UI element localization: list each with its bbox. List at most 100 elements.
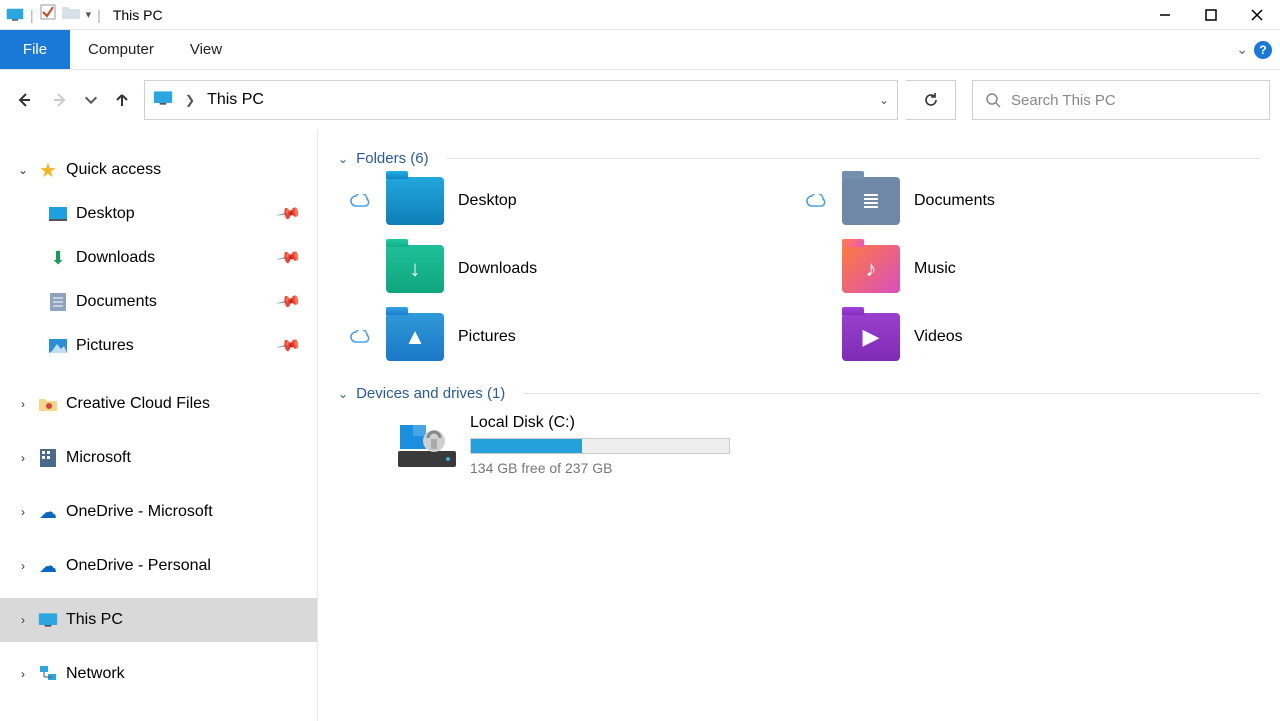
pictures-icon <box>48 336 68 356</box>
chevron-down-icon[interactable]: ⌄ <box>16 163 30 177</box>
chevron-right-icon[interactable]: › <box>16 613 30 627</box>
cloud-icon: ☁ <box>38 502 58 522</box>
address-dropdown-icon[interactable]: ⌄ <box>879 93 889 107</box>
search-input[interactable] <box>1011 92 1257 109</box>
folder-icon <box>386 177 444 225</box>
sidebar-item-pictures[interactable]: Pictures 📌 <box>0 324 317 368</box>
close-button[interactable] <box>1234 0 1280 30</box>
chevron-right-icon[interactable]: › <box>16 451 30 465</box>
star-icon: ★ <box>38 160 58 180</box>
help-icon[interactable]: ? <box>1254 41 1272 59</box>
pin-icon: 📌 <box>275 288 303 316</box>
drive-icon <box>398 421 456 469</box>
navigation-row: ❯ This PC ⌄ <box>0 70 1280 130</box>
folder-icon: ▶ <box>842 313 900 361</box>
minimize-button[interactable] <box>1142 0 1188 30</box>
sidebar-item-documents[interactable]: Documents 📌 <box>0 280 317 324</box>
drive-usage-bar <box>470 438 730 454</box>
document-icon <box>48 292 68 312</box>
cloud-icon: ☁ <box>38 556 58 576</box>
titlebar: | ▾ | This PC <box>0 0 1280 30</box>
network-icon <box>38 664 58 684</box>
folder-label: Pictures <box>458 328 516 346</box>
chevron-right-icon[interactable]: › <box>16 667 30 681</box>
ribbon-collapse-icon[interactable]: ⌄ <box>1236 41 1248 58</box>
sidebar-item-label: Desktop <box>76 205 135 223</box>
cloud-sync-icon <box>348 194 372 208</box>
chevron-right-icon[interactable]: › <box>16 505 30 519</box>
search-icon <box>985 92 1001 108</box>
sidebar-item-label: Pictures <box>76 337 134 355</box>
tab-view[interactable]: View <box>172 30 240 69</box>
address-bar[interactable]: ❯ This PC ⌄ <box>144 80 898 120</box>
qat-dropdown-icon[interactable]: ▾ <box>86 8 92 21</box>
desktop-icon <box>48 204 68 224</box>
folder-icon: ♪ <box>842 245 900 293</box>
folder-label: Videos <box>914 328 963 346</box>
drive-free-text: 134 GB free of 237 GB <box>470 460 730 476</box>
up-button[interactable] <box>108 86 136 114</box>
chevron-right-icon[interactable]: › <box>16 397 30 411</box>
sidebar-item-label: Creative Cloud Files <box>66 395 210 413</box>
folder-label: Documents <box>914 192 995 210</box>
pc-icon <box>153 90 173 111</box>
sidebar-item-onedrive-personal[interactable]: › ☁ OneDrive - Personal <box>0 544 317 588</box>
pin-icon: 📌 <box>275 332 303 360</box>
file-tab[interactable]: File <box>0 30 70 69</box>
cloud-sync-icon <box>804 194 828 208</box>
pin-icon: 📌 <box>275 200 303 228</box>
search-box[interactable] <box>972 80 1270 120</box>
navigation-pane: ⌄ ★ Quick access Desktop 📌 ⬇ Downloads 📌… <box>0 130 318 721</box>
folder-label: Downloads <box>458 260 537 278</box>
sidebar-item-label: Network <box>66 665 125 683</box>
pc-icon <box>38 610 58 630</box>
folders-section-header[interactable]: ⌄ Folders (6) <box>338 150 1260 167</box>
sidebar-item-microsoft[interactable]: › Microsoft <box>0 436 317 480</box>
sidebar-item-this-pc[interactable]: › This PC <box>0 598 317 642</box>
chevron-right-icon[interactable]: › <box>16 559 30 573</box>
folder-icon <box>38 394 58 414</box>
tab-computer[interactable]: Computer <box>70 30 172 69</box>
chevron-down-icon[interactable]: ⌄ <box>338 387 348 401</box>
sidebar-item-label: OneDrive - Microsoft <box>66 503 213 521</box>
window-title: This PC <box>113 7 163 23</box>
sidebar-item-network[interactable]: › Network <box>0 652 317 696</box>
sidebar-item-desktop[interactable]: Desktop 📌 <box>0 192 317 236</box>
sidebar-item-creative-cloud[interactable]: › Creative Cloud Files <box>0 382 317 426</box>
folder-icon: ≣ <box>842 177 900 225</box>
forward-button[interactable] <box>46 86 74 114</box>
maximize-button[interactable] <box>1188 0 1234 30</box>
sidebar-quick-access[interactable]: ⌄ ★ Quick access <box>0 148 317 192</box>
folder-item-videos[interactable]: ▶ Videos <box>804 313 1260 361</box>
folder-icon: ↓ <box>386 245 444 293</box>
back-button[interactable] <box>10 86 38 114</box>
drive-item[interactable]: Local Disk (C:) 134 GB free of 237 GB <box>398 414 1260 476</box>
folder-item-music[interactable]: ♪ Music <box>804 245 1260 293</box>
sidebar-item-label: Documents <box>76 293 157 311</box>
folder-item-documents[interactable]: ≣ Documents <box>804 177 1260 225</box>
address-location[interactable]: This PC <box>207 91 264 109</box>
cloud-sync-icon <box>348 330 372 344</box>
qat-checkmark-icon[interactable] <box>40 4 56 25</box>
sidebar-item-label: Downloads <box>76 249 155 267</box>
sidebar-item-downloads[interactable]: ⬇ Downloads 📌 <box>0 236 317 280</box>
chevron-down-icon[interactable]: ⌄ <box>338 152 348 166</box>
recent-locations-button[interactable] <box>82 86 100 114</box>
folder-item-pictures[interactable]: ▲ Pictures <box>348 313 804 361</box>
sidebar-item-label: This PC <box>66 611 123 629</box>
drives-section-header[interactable]: ⌄ Devices and drives (1) <box>338 385 1260 402</box>
content-pane: ⌄ Folders (6) Desktop ≣ Documents ↓ Download… <box>318 130 1280 721</box>
folder-icon: ▲ <box>386 313 444 361</box>
ribbon: File Computer View ⌄ ? <box>0 30 1280 70</box>
folder-item-desktop[interactable]: Desktop <box>348 177 804 225</box>
folder-item-downloads[interactable]: ↓ Downloads <box>348 245 804 293</box>
sidebar-item-onedrive-microsoft[interactable]: › ☁ OneDrive - Microsoft <box>0 490 317 534</box>
folder-label: Music <box>914 260 956 278</box>
pin-icon: 📌 <box>275 244 303 272</box>
sidebar-item-label: OneDrive - Personal <box>66 557 211 575</box>
chevron-right-icon[interactable]: ❯ <box>185 93 195 107</box>
sidebar-item-label: Quick access <box>66 161 161 179</box>
refresh-button[interactable] <box>906 80 956 120</box>
qat-folder-icon[interactable] <box>62 5 80 24</box>
drive-name: Local Disk (C:) <box>470 414 730 432</box>
